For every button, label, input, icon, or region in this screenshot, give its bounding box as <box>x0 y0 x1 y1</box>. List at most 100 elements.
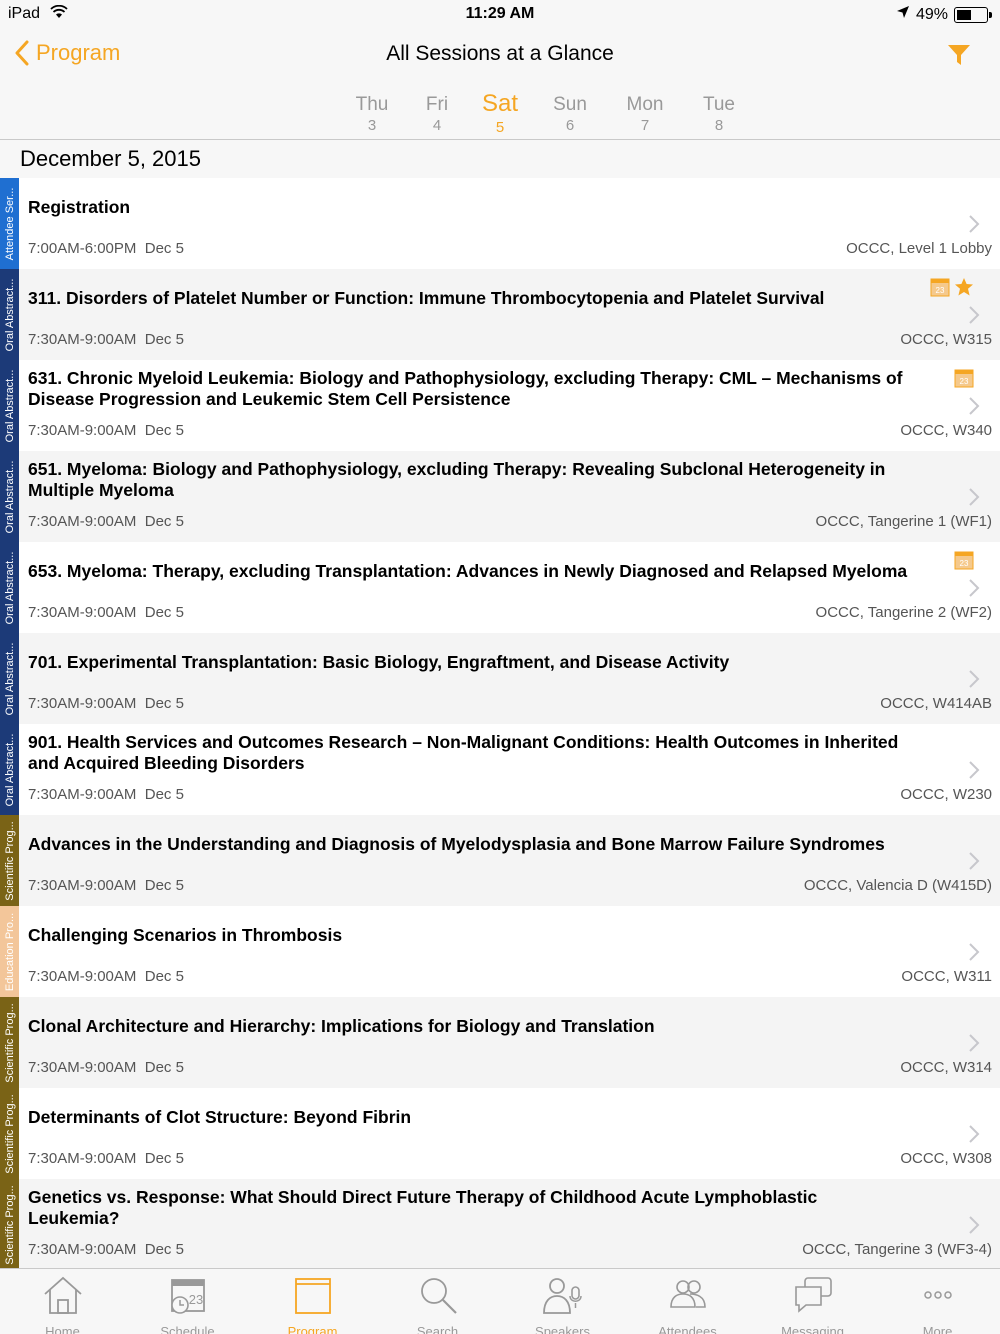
day-tab-name: Sun <box>553 94 587 115</box>
session-time: 7:30AM-9:00AM Dec 5 <box>28 695 184 712</box>
session-time: 7:30AM-9:00AM Dec 5 <box>28 1150 184 1167</box>
chevron-right-icon <box>968 760 980 785</box>
tab-schedule[interactable]: 23 Schedule <box>125 1269 250 1334</box>
session-row[interactable]: Oral Abstract... 651. Myeloma: Biology an… <box>0 451 1000 542</box>
calendar-icon[interactable]: 23 <box>930 277 950 302</box>
day-tab-date: 7 <box>640 117 650 134</box>
day-tab-date: 5 <box>495 119 505 136</box>
chevron-right-icon <box>968 214 980 239</box>
navigation-bar: Program All Sessions at a Glance <box>0 28 1000 88</box>
session-list[interactable]: Attendee Ser... Registration 7:00AM-6:00PM… <box>0 178 1000 1268</box>
day-tab-mon[interactable]: Mon 7 <box>610 94 680 134</box>
session-title: 631. Chronic Myeloid Leukemia: Biology a… <box>28 368 903 409</box>
category-label: Oral Abstract... <box>3 642 16 715</box>
tab-speakers[interactable]: Speakers <box>500 1269 625 1334</box>
session-location: OCCC, Tangerine 2 (WF2) <box>815 604 992 621</box>
session-row[interactable]: Scientific Prog... Determinants of Clot S… <box>0 1088 1000 1179</box>
tab-label: Speakers <box>535 1324 590 1334</box>
tab-search[interactable]: Search <box>375 1269 500 1334</box>
session-date: Dec 5 <box>144 422 184 439</box>
session-row[interactable]: Education Pro... Challenging Scenarios in… <box>0 906 1000 997</box>
session-time-range: 7:30AM-9:00AM <box>28 786 137 803</box>
session-title: Genetics vs. Response: What Should Direc… <box>28 1187 818 1228</box>
tab-more[interactable]: More <box>875 1269 1000 1334</box>
schedule-icon: 23 <box>166 1269 210 1322</box>
day-tab-name: Thu <box>355 94 389 115</box>
day-tab-thu[interactable]: Thu 3 <box>337 94 407 134</box>
category-label: Oral Abstract... <box>3 733 16 806</box>
clock: 11:29 AM <box>465 5 535 22</box>
category-band: Oral Abstract... <box>0 542 19 633</box>
filter-icon[interactable] <box>946 42 972 73</box>
session-row[interactable]: Attendee Ser... Registration 7:00AM-6:00PM… <box>0 178 1000 269</box>
category-band: Oral Abstract... <box>0 269 19 360</box>
day-selector: Thu 3 Fri 4 Sat 5 Sun 6 Mon 7 Tue 8 <box>0 88 1000 140</box>
session-icons: 23 <box>930 277 974 302</box>
session-row[interactable]: Scientific Prog... Advances in the Unders… <box>0 815 1000 906</box>
session-row[interactable]: Oral Abstract... 311. Disorders of Platel… <box>0 269 1000 360</box>
session-time: 7:30AM-9:00AM Dec 5 <box>28 968 184 985</box>
day-tab-date: 3 <box>367 117 377 134</box>
calendar-icon[interactable]: 23 <box>954 550 974 575</box>
session-date: Dec 5 <box>144 695 184 712</box>
session-row[interactable]: Scientific Prog... Clonal Architecture an… <box>0 997 1000 1088</box>
session-time-range: 7:30AM-9:00AM <box>28 1150 137 1167</box>
category-band: Attendee Ser... <box>0 178 19 269</box>
session-date: Dec 5 <box>144 1059 184 1076</box>
tab-attendees[interactable]: Attendees <box>625 1269 750 1334</box>
category-label: Oral Abstract... <box>3 369 16 442</box>
session-time: 7:30AM-9:00AM Dec 5 <box>28 331 184 348</box>
session-row[interactable]: Oral Abstract... 901. Health Services and… <box>0 724 1000 815</box>
chevron-right-icon <box>968 669 980 694</box>
category-band: Oral Abstract... <box>0 360 19 451</box>
category-label: Scientific Prog... <box>3 1184 16 1265</box>
day-tab-sun[interactable]: Sun 6 <box>535 94 605 134</box>
location-arrow-icon <box>896 5 910 24</box>
attendees-icon <box>666 1269 710 1322</box>
session-location: OCCC, W340 <box>900 422 992 439</box>
page-title: All Sessions at a Glance <box>386 42 614 65</box>
more-icon <box>916 1269 960 1322</box>
session-date: Dec 5 <box>144 1241 184 1258</box>
session-location: OCCC, Tangerine 3 (WF3-4) <box>802 1241 992 1258</box>
tab-home[interactable]: Home <box>0 1269 125 1334</box>
category-label: Scientific Prog... <box>3 820 16 901</box>
status-bar: iPad 11:29 AM 49% <box>0 0 1000 28</box>
session-row[interactable]: Oral Abstract... 653. Myeloma: Therapy, e… <box>0 542 1000 633</box>
session-row[interactable]: Oral Abstract... 701. Experimental Transp… <box>0 633 1000 724</box>
battery-percent: 49% <box>915 5 948 23</box>
category-band: Scientific Prog... <box>0 1179 19 1268</box>
day-tab-name: Sat <box>481 90 519 117</box>
tab-label: Search <box>416 1324 459 1334</box>
star-icon[interactable] <box>954 277 974 302</box>
tab-label: Attendees <box>658 1324 717 1334</box>
category-label: Education Pro... <box>3 912 16 991</box>
svg-text:23: 23 <box>960 377 969 386</box>
day-tab-date: 8 <box>714 117 724 134</box>
session-time: 7:30AM-9:00AM Dec 5 <box>28 513 184 530</box>
day-tab-name: Fri <box>425 94 449 115</box>
tab-messaging[interactable]: Messaging <box>750 1269 875 1334</box>
day-tab-fri[interactable]: Fri 4 <box>402 94 472 134</box>
category-band: Scientific Prog... <box>0 1088 19 1179</box>
session-date: Dec 5 <box>144 240 184 257</box>
calendar-icon[interactable]: 23 <box>954 368 974 393</box>
session-date: Dec 5 <box>144 968 184 985</box>
chevron-right-icon <box>968 578 980 603</box>
session-date: Dec 5 <box>144 513 184 530</box>
session-date: Dec 5 <box>144 331 184 348</box>
tab-program[interactable]: Program <box>250 1269 375 1334</box>
session-icons: 23 <box>954 368 974 393</box>
day-tab-tue[interactable]: Tue 8 <box>684 94 754 134</box>
session-row[interactable]: Oral Abstract... 631. Chronic Myeloid Leu… <box>0 360 1000 451</box>
session-row[interactable]: Scientific Prog... Genetics vs. Response:… <box>0 1179 1000 1268</box>
session-location: OCCC, W414AB <box>880 695 992 712</box>
day-tab-sat[interactable]: Sat 5 <box>465 90 535 136</box>
chevron-right-icon <box>968 487 980 512</box>
chevron-right-icon <box>968 396 980 421</box>
speakers-icon <box>541 1269 585 1322</box>
session-title: 701. Experimental Transplantation: Basic… <box>28 651 730 672</box>
chevron-right-icon <box>968 1033 980 1058</box>
session-location: OCCC, Valencia D (W415D) <box>803 877 992 894</box>
session-time-range: 7:30AM-9:00AM <box>28 1241 137 1258</box>
